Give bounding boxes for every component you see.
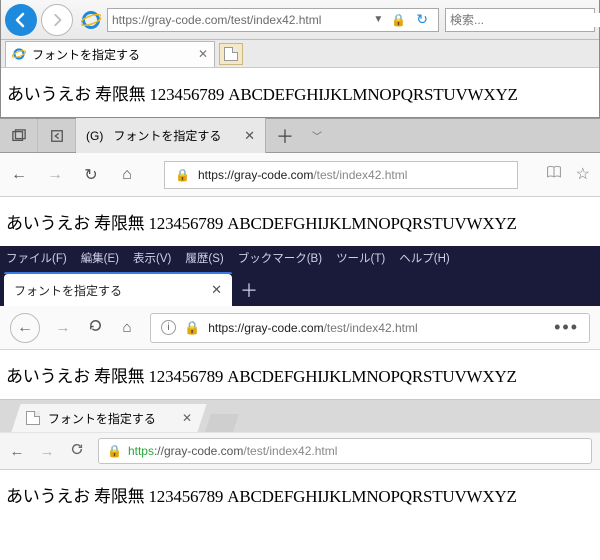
refresh-button[interactable]: ↻ (82, 165, 100, 185)
menu-edit[interactable]: 編集(E) (81, 250, 119, 266)
tab-title: フォントを指定する (48, 410, 156, 427)
address-bar[interactable]: ▼ 🔒 ↻ (107, 8, 439, 32)
url-sep: :// (154, 444, 164, 458)
menu-help[interactable]: ヘルプ(H) (399, 250, 449, 266)
search-input[interactable] (450, 13, 600, 27)
browser-tab[interactable]: フォントを指定する ✕ (11, 404, 206, 432)
ie-window: ▼ 🔒 ↻ フォントを指定する ✕ あいうえお 寿限無 123456789 AB… (0, 0, 600, 118)
chevron-down-icon[interactable]: ﹀ (304, 128, 330, 143)
tab-title: フォントを指定する (32, 46, 140, 63)
refresh-button[interactable] (86, 318, 104, 337)
url-host: https://gray-code.com (208, 321, 323, 335)
tab-prefix: (G) (86, 129, 103, 143)
new-tab-button[interactable]: ＋ (232, 274, 266, 306)
address-bar[interactable]: 🔒 https://gray-code.com/test/index42.htm… (164, 161, 518, 189)
chrome-toolbar: ← → 🔒 https://gray-code.com/test/index42… (0, 432, 600, 470)
lock-icon: 🔒 (107, 444, 122, 458)
reload-icon (70, 442, 84, 456)
tab-title: フォントを指定する (14, 282, 122, 299)
chrome-window: フォントを指定する ✕ ← → 🔒 https://gray-code.com/… (0, 399, 600, 519)
dropdown-icon[interactable]: ▼ (369, 14, 387, 25)
tab-actions-button[interactable] (0, 118, 38, 153)
url-path: /test/index42.html (313, 168, 407, 182)
refresh-button[interactable]: ↻ (410, 9, 434, 30)
ie-logo-icon (12, 47, 26, 61)
forward-button[interactable]: → (46, 166, 64, 184)
lock-icon: 🔒 (387, 13, 410, 27)
menu-tools[interactable]: ツール(T) (336, 250, 385, 266)
menu-bookmarks[interactable]: ブックマーク(B) (238, 250, 322, 266)
set-aside-icon (50, 129, 64, 143)
favorite-button[interactable]: ☆ (576, 164, 590, 185)
forward-button[interactable]: → (54, 319, 72, 336)
home-button[interactable]: ⌂ (118, 166, 136, 184)
arrow-right-icon (50, 13, 64, 27)
firefox-window: ファイル(F) 編集(E) 表示(V) 履歴(S) ブックマーク(B) ツール(… (0, 246, 600, 399)
arrow-left-icon (13, 12, 29, 28)
new-tab-button[interactable]: ＋ (266, 123, 304, 149)
edge-toolbar: ← → ↻ ⌂ 🔒 https://gray-code.com/test/ind… (0, 153, 600, 197)
reload-icon (88, 318, 103, 333)
page-icon (26, 411, 40, 425)
url-host: https://gray-code.com (198, 168, 313, 182)
url-scheme: https (128, 444, 154, 458)
site-info-button[interactable]: i (161, 320, 176, 335)
set-aside-tabs-button[interactable] (38, 118, 76, 153)
menu-file[interactable]: ファイル(F) (6, 250, 67, 266)
ie-logo-icon (81, 10, 101, 30)
page-content: あいうえお 寿限無 123456789 ABCDEFGHIJKLMNOPQRST… (0, 197, 600, 246)
browser-tab[interactable]: (G) フォントを指定する ✕ (76, 118, 266, 153)
back-button[interactable] (5, 4, 37, 36)
lock-icon: 🔒 (184, 320, 200, 336)
home-button[interactable]: ⌂ (118, 319, 136, 336)
close-tab-button[interactable]: ✕ (198, 47, 208, 61)
url-path: /test/index42.html (243, 444, 337, 458)
forward-button[interactable] (41, 4, 73, 36)
page-content: あいうえお 寿限無 123456789 ABCDEFGHIJKLMNOPQRST… (1, 68, 599, 117)
tabs-overview-icon (12, 129, 26, 143)
ie-toolbar: ▼ 🔒 ↻ (1, 0, 599, 40)
forward-button[interactable]: → (38, 443, 56, 460)
page-icon (224, 47, 238, 61)
close-tab-button[interactable]: ✕ (244, 128, 255, 144)
edge-tabstrip: (G) フォントを指定する ✕ ＋ ﹀ (0, 118, 600, 153)
menu-view[interactable]: 表示(V) (133, 250, 171, 266)
url-host: gray-code.com (164, 444, 243, 458)
tab-title: フォントを指定する (113, 127, 221, 144)
edge-window: (G) フォントを指定する ✕ ＋ ﹀ ← → ↻ ⌂ 🔒 https://gr… (0, 118, 600, 246)
lock-icon: 🔒 (175, 168, 190, 182)
close-tab-button[interactable]: ✕ (211, 282, 222, 298)
reading-view-button[interactable] (546, 164, 562, 185)
chrome-tabstrip: フォントを指定する ✕ (0, 400, 600, 432)
firefox-tabstrip: フォントを指定する ✕ ＋ (0, 270, 600, 306)
book-icon (546, 164, 562, 180)
new-tab-button[interactable] (219, 43, 243, 65)
page-content: あいうえお 寿限無 123456789 ABCDEFGHIJKLMNOPQRST… (0, 470, 600, 519)
browser-tab[interactable]: フォントを指定する ✕ (4, 274, 232, 306)
refresh-button[interactable] (68, 442, 86, 460)
address-bar[interactable]: 🔒 https://gray-code.com/test/index42.htm… (98, 438, 592, 464)
menu-bar: ファイル(F) 編集(E) 表示(V) 履歴(S) ブックマーク(B) ツール(… (0, 246, 600, 270)
back-button[interactable]: ← (10, 313, 40, 343)
firefox-toolbar: ← → ⌂ i 🔒 https://gray-code.com/test/ind… (0, 306, 600, 350)
close-tab-button[interactable]: ✕ (182, 411, 192, 425)
page-actions-button[interactable]: ••• (554, 317, 579, 338)
new-tab-button[interactable] (205, 414, 239, 432)
back-button[interactable]: ← (10, 166, 28, 184)
menu-history[interactable]: 履歴(S) (185, 250, 223, 266)
url-path: /test/index42.html (324, 321, 418, 335)
back-button[interactable]: ← (8, 443, 26, 460)
url-input[interactable] (112, 13, 369, 27)
page-content: あいうえお 寿限無 123456789 ABCDEFGHIJKLMNOPQRST… (0, 350, 600, 399)
ie-tabstrip: フォントを指定する ✕ (1, 40, 599, 68)
search-box[interactable] (445, 8, 595, 32)
address-bar[interactable]: i 🔒 https://gray-code.com/test/index42.h… (150, 313, 590, 343)
browser-tab[interactable]: フォントを指定する ✕ (5, 41, 215, 67)
